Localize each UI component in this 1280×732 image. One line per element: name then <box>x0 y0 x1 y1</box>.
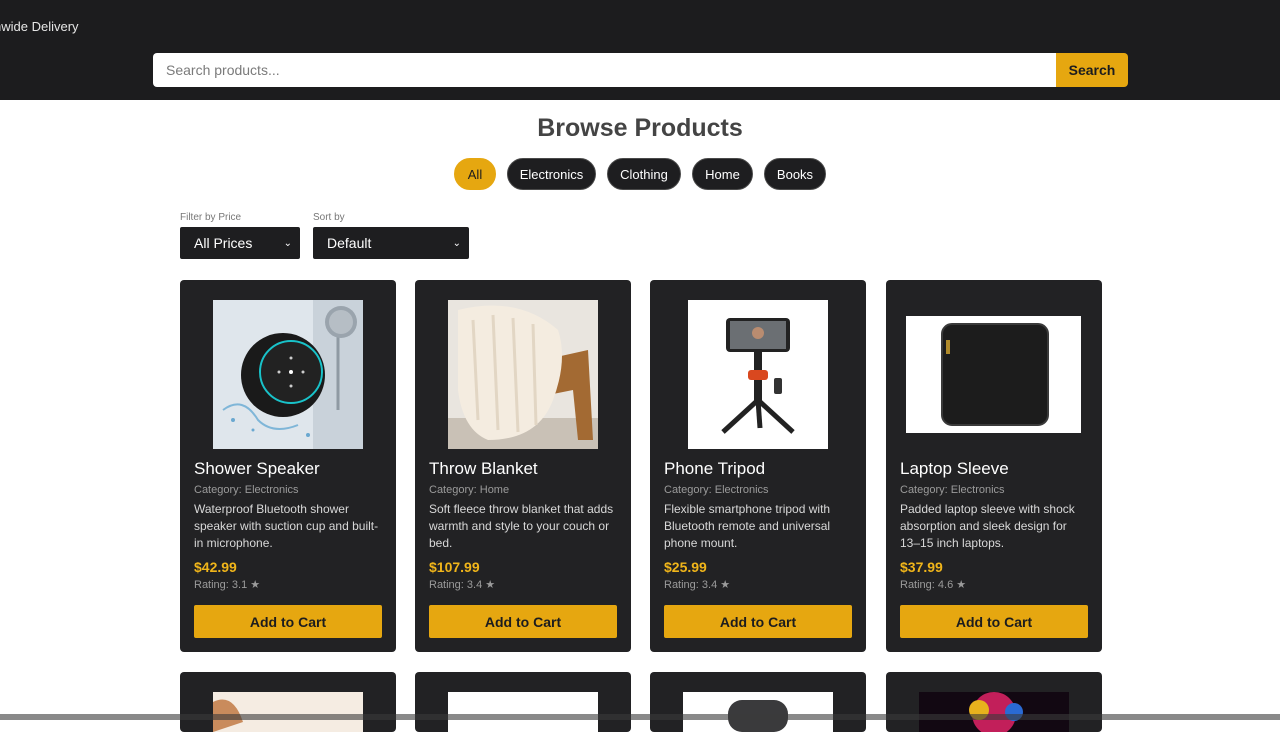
sort-select[interactable]: Default ⌄ <box>313 227 469 259</box>
add-to-cart-button[interactable]: Add to Cart <box>664 605 852 638</box>
sort-filter-label: Sort by <box>313 212 345 223</box>
product-image[interactable] <box>683 692 833 732</box>
add-to-cart-button[interactable]: Add to Cart <box>194 605 382 638</box>
product-card: Laptop Sleeve Category: Electronics Padd… <box>886 280 1102 652</box>
product-card: Shower Speaker Category: Electronics Wat… <box>180 280 396 652</box>
product-name[interactable]: Throw Blanket <box>429 459 538 479</box>
search-input[interactable] <box>153 53 1056 87</box>
category-clothing-button[interactable]: Clothing <box>607 158 681 190</box>
product-card: Phone Tripod Category: Electronics Flexi… <box>650 280 866 652</box>
product-image[interactable] <box>919 692 1069 732</box>
product-description: Flexible smartphone tripod with Bluetoot… <box>664 502 831 550</box>
product-card <box>650 672 866 732</box>
product-rating: Rating: 3.4 ★ <box>429 579 496 591</box>
search-button[interactable]: Search <box>1056 53 1128 87</box>
category-electronics-button[interactable]: Electronics <box>507 158 596 190</box>
price-filter: Filter by Price All Prices ⌄ <box>180 212 300 259</box>
category-books-button[interactable]: Books <box>764 158 826 190</box>
product-image-shower-speaker[interactable] <box>213 300 363 449</box>
category-all-button[interactable]: All <box>454 158 496 190</box>
product-card <box>180 672 396 732</box>
top-header: nwide Delivery Search <box>0 0 1280 100</box>
product-rating: Rating: 3.1 ★ <box>194 579 261 591</box>
add-to-cart-button[interactable]: Add to Cart <box>429 605 617 638</box>
product-description: Padded laptop sleeve with shock absorpti… <box>900 502 1075 550</box>
product-rating: Rating: 4.6 ★ <box>900 579 967 591</box>
product-rating: Rating: 3.4 ★ <box>664 579 731 591</box>
product-price: $37.99 <box>900 559 943 575</box>
price-select-value: All Prices <box>194 235 253 251</box>
scroll-edge <box>0 714 1280 720</box>
product-category: Category: Electronics <box>664 484 769 496</box>
product-image-phone-tripod[interactable] <box>688 300 828 449</box>
sort-select-value: Default <box>327 235 372 251</box>
product-price: $25.99 <box>664 559 707 575</box>
product-card: Throw Blanket Category: Home Soft fleece… <box>415 280 631 652</box>
chevron-down-icon: ⌄ <box>452 237 461 249</box>
product-price: $107.99 <box>429 559 480 575</box>
product-description: Soft fleece throw blanket that adds warm… <box>429 502 614 550</box>
product-name[interactable]: Shower Speaker <box>194 459 320 479</box>
product-price: $42.99 <box>194 559 237 575</box>
page-title: Browse Products <box>537 114 743 142</box>
product-description: Waterproof Bluetooth shower speaker with… <box>194 502 379 550</box>
product-image[interactable] <box>448 692 598 732</box>
add-to-cart-button[interactable]: Add to Cart <box>900 605 1088 638</box>
product-category: Category: Home <box>429 484 510 496</box>
product-category: Category: Electronics <box>900 484 1005 496</box>
product-image-throw-blanket[interactable] <box>448 300 598 449</box>
price-select[interactable]: All Prices ⌄ <box>180 227 300 259</box>
product-name[interactable]: Laptop Sleeve <box>900 459 1009 479</box>
product-card <box>415 672 631 732</box>
promo-text: nwide Delivery <box>0 19 79 34</box>
sort-filter: Sort by Default ⌄ <box>313 212 469 259</box>
product-image-laptop-sleeve[interactable] <box>906 316 1081 433</box>
product-card <box>886 672 1102 732</box>
category-filter-bar: All Electronics Clothing Home Books <box>0 158 1280 190</box>
price-filter-label: Filter by Price <box>180 212 242 223</box>
product-category: Category: Electronics <box>194 484 299 496</box>
category-home-button[interactable]: Home <box>692 158 753 190</box>
product-image[interactable] <box>213 692 363 732</box>
chevron-down-icon: ⌄ <box>283 237 292 249</box>
search-bar: Search <box>153 53 1128 87</box>
product-name[interactable]: Phone Tripod <box>664 459 765 479</box>
